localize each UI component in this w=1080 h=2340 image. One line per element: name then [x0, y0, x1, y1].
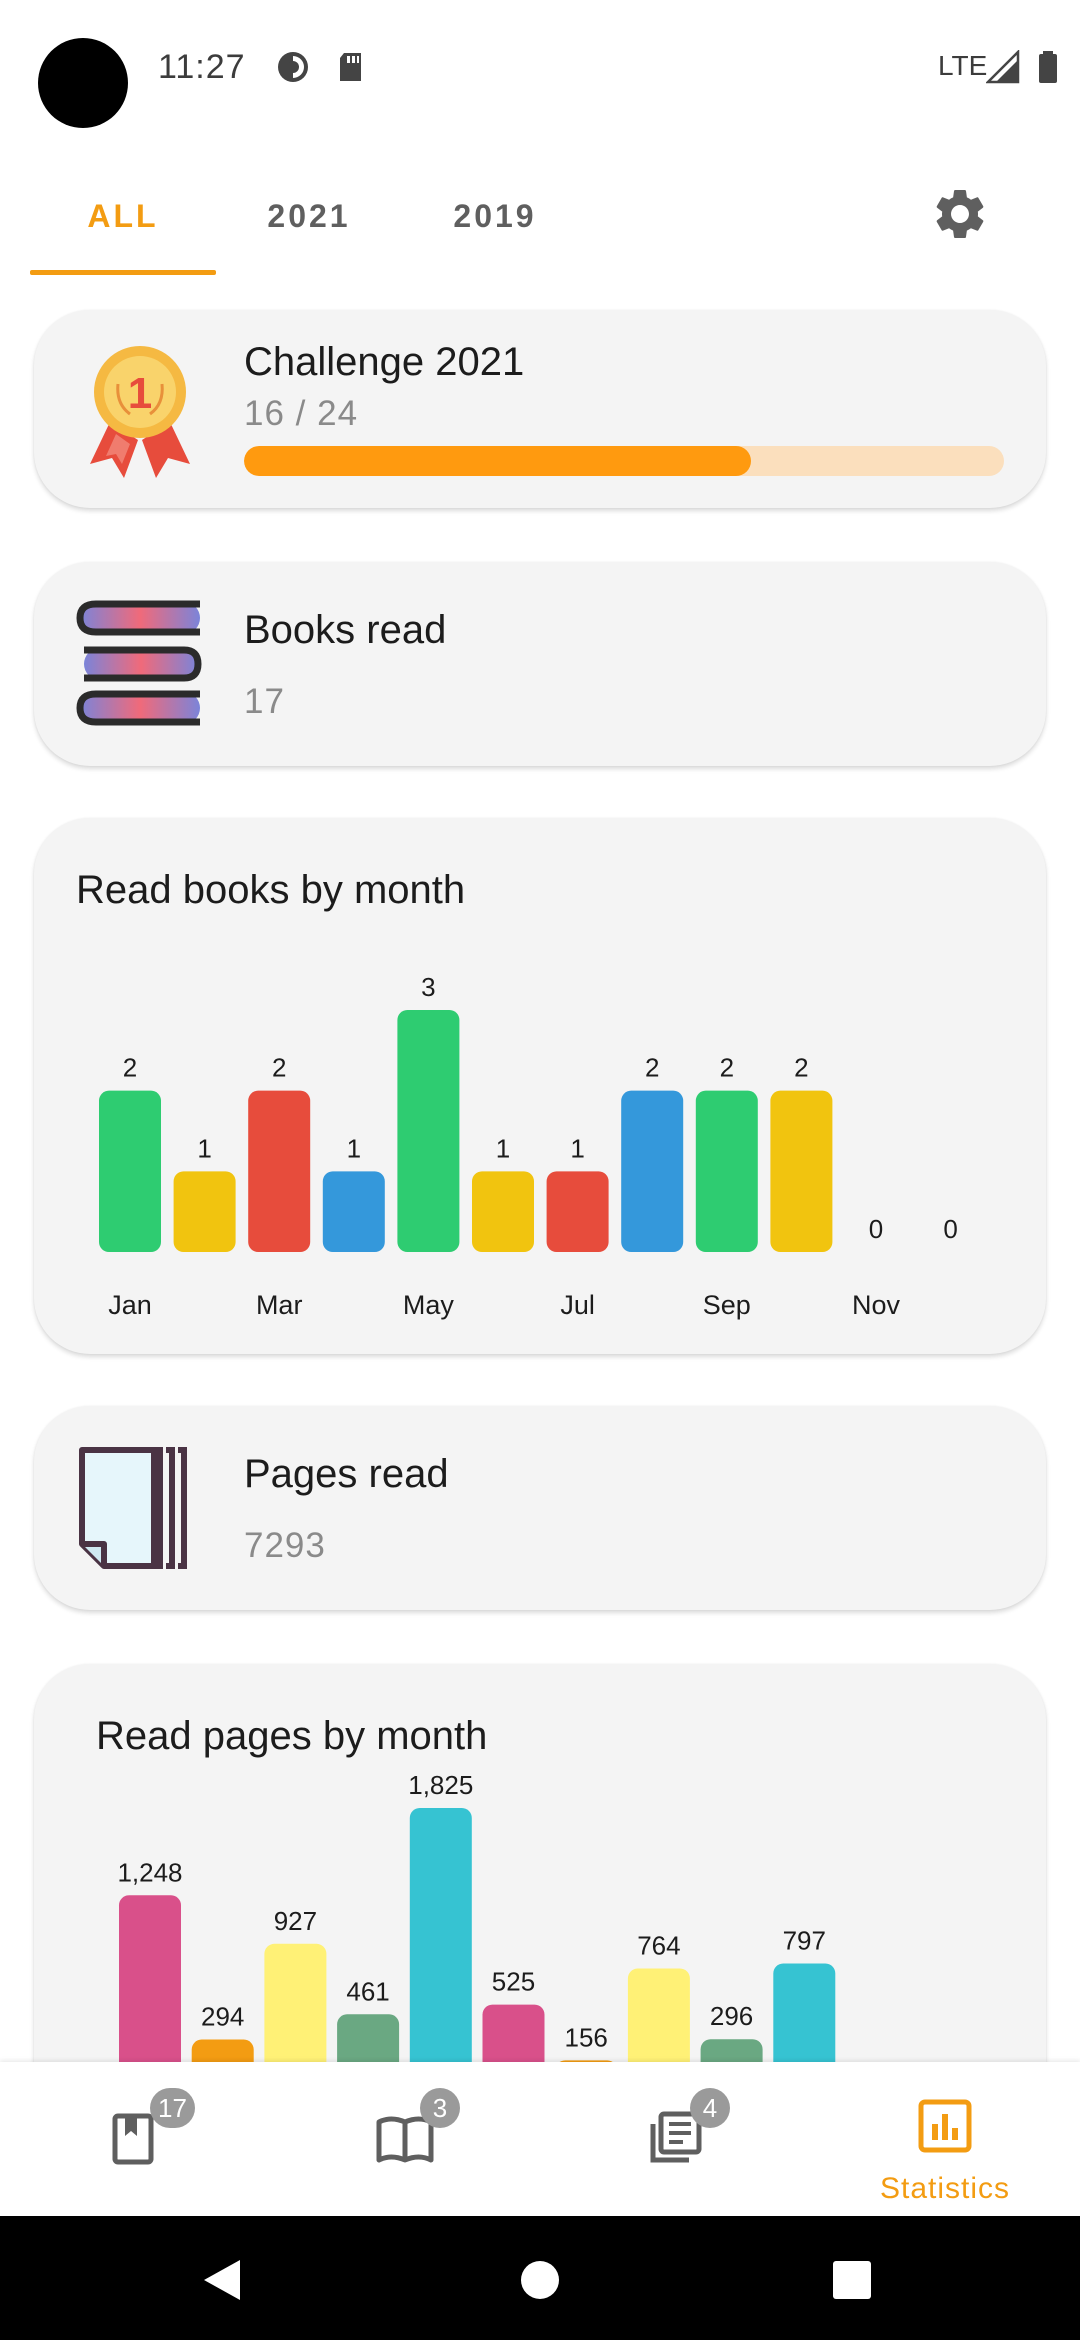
bar-value-label: 2: [794, 1053, 808, 1083]
axis-tick-label: Mar: [256, 1290, 303, 1320]
bar-value-label: 461: [346, 1976, 389, 2006]
bar-value-label: 1,248: [117, 1857, 182, 1887]
bar-value-label: 1: [347, 1133, 361, 1163]
axis-tick-label: May: [403, 1290, 455, 1320]
status-bar: 11:27 LTE: [0, 0, 1080, 140]
pages-read-card[interactable]: Pages read 7293: [34, 1406, 1046, 1610]
bar-value-label: 0: [869, 1214, 883, 1244]
tab-2021[interactable]: 2021: [216, 170, 402, 275]
back-icon[interactable]: [202, 2258, 242, 2302]
data-saver-icon: [278, 52, 308, 82]
nav-label-statistics: Statistics: [879, 2172, 1011, 2205]
nav-badge-reading: 3: [420, 2088, 460, 2128]
home-icon[interactable]: [520, 2260, 560, 2300]
bottom-navigation: 17 3 4 Statistics: [0, 2062, 1080, 2216]
challenge-card[interactable]: 1 Challenge 2021 16 / 24: [34, 310, 1046, 508]
chart-bar: [472, 1171, 534, 1252]
books-read-value: 17: [244, 682, 285, 721]
chart-bar: [248, 1090, 311, 1252]
books-by-month-card: Read books by month 2 Jan 1 2 Mar 1 3 May 1 1 Jul 2…: [34, 818, 1046, 1354]
bar-value-label: 2: [123, 1053, 137, 1083]
challenge-progress-text: 16 / 24: [244, 394, 359, 433]
challenge-progress-fill: [244, 446, 751, 476]
bar-value-label: 156: [565, 2022, 608, 2052]
app-screen: 11:27 LTE ALL 2021 2019 1 Challenge 2021…: [0, 0, 1080, 2340]
status-time: 11:27: [158, 48, 246, 86]
signal-icon: [986, 50, 1020, 84]
bar-value-label: 2: [272, 1053, 286, 1083]
tab-indicator: [30, 270, 216, 275]
axis-tick-label: Sep: [703, 1290, 751, 1320]
statistics-icon: [918, 2099, 972, 2153]
tab-all-label: ALL: [87, 198, 159, 234]
challenge-title: Challenge 2021: [244, 340, 525, 384]
recents-icon[interactable]: [832, 2260, 872, 2300]
sd-card-icon: [340, 53, 361, 81]
year-tabs: ALL 2021 2019: [30, 170, 1050, 275]
bar-value-label: 0: [943, 1214, 957, 1244]
bar-value-label: 1: [197, 1133, 211, 1163]
nav-item-reading[interactable]: 3: [270, 2062, 540, 2216]
books-read-title: Books read: [244, 608, 447, 652]
bar-value-label: 525: [492, 1967, 535, 1997]
chart-bar: [322, 1171, 385, 1252]
tab-all[interactable]: ALL: [30, 170, 216, 275]
chart-bar: [173, 1171, 236, 1252]
bar-value-label: 1: [570, 1133, 584, 1163]
bar-value-label: 2: [720, 1053, 734, 1083]
bar-value-label: 1,825: [408, 1770, 473, 1800]
axis-tick-label: Nov: [852, 1290, 901, 1320]
chart-bar: [621, 1090, 684, 1252]
books-by-month-chart: 2 Jan 1 2 Mar 1 3 May 1 1 Jul 2 2 Sep 2 0 Nov 0: [99, 972, 958, 1320]
axis-tick-label: Jan: [108, 1290, 152, 1320]
gear-icon[interactable]: [930, 184, 990, 244]
tab-2019[interactable]: 2019: [402, 170, 588, 275]
chart-bar: [546, 1171, 609, 1252]
system-navigation-bar: [0, 2216, 1080, 2340]
bar-value-label: 294: [201, 2002, 244, 2032]
bar-value-label: 2: [645, 1053, 659, 1083]
chart-bar: [695, 1090, 758, 1252]
svg-text:1: 1: [128, 369, 152, 418]
bar-value-label: 764: [637, 1930, 680, 1960]
bar-value-label: 1: [496, 1133, 510, 1163]
axis-tick-label: Jul: [560, 1290, 595, 1320]
nav-item-library[interactable]: 4: [540, 2062, 810, 2216]
network-type: LTE: [938, 50, 988, 81]
nav-item-statistics[interactable]: Statistics: [810, 2062, 1080, 2216]
books-read-card[interactable]: Books read 17: [34, 562, 1046, 766]
bar-value-label: 797: [783, 1925, 826, 1955]
pages-read-value: 7293: [244, 1526, 326, 1565]
books-stack-icon: [76, 600, 202, 726]
tab-2019-label: 2019: [453, 198, 537, 234]
pages-read-title: Pages read: [244, 1452, 449, 1496]
tab-2021-label: 2021: [267, 198, 351, 234]
challenge-progress-bar: [244, 446, 1004, 476]
bar-value-label: 927: [274, 1906, 317, 1936]
medal-icon: 1: [90, 346, 190, 478]
battery-icon: [1039, 51, 1057, 83]
chart-bar: [770, 1090, 833, 1252]
nav-item-reading-list[interactable]: 17: [0, 2062, 270, 2216]
camera-cutout: [38, 38, 128, 128]
chart-bar: [99, 1090, 161, 1252]
chart-bar: [397, 1010, 460, 1252]
bar-value-label: 296: [710, 2001, 753, 2031]
nav-badge-reading-list: 17: [150, 2088, 195, 2128]
pages-icon: [79, 1447, 187, 1569]
nav-badge-library: 4: [690, 2088, 730, 2128]
bar-value-label: 3: [421, 972, 435, 1002]
